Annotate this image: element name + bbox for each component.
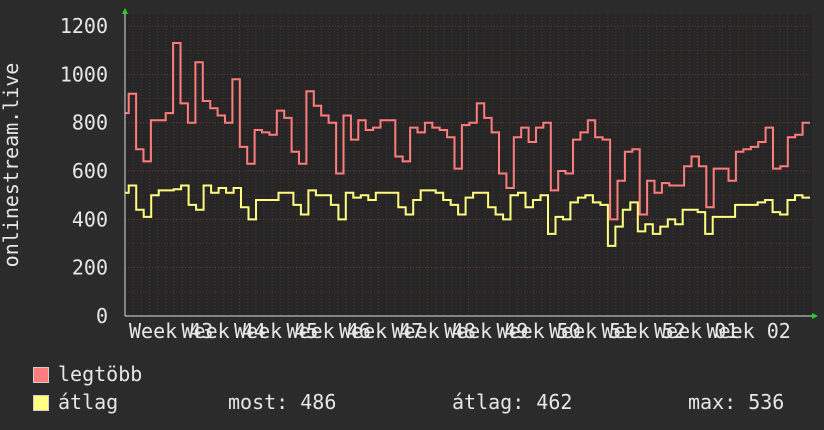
x-tick-labels: Week 43Week 44Week 45Week 46Week 47Week …	[129, 319, 791, 343]
y-tick-label: 600	[72, 159, 108, 183]
y-tick-label: 0	[96, 304, 108, 328]
x-axis-arrow	[812, 313, 818, 319]
y-tick-label: 800	[72, 111, 108, 135]
y-tick-label: 200	[72, 256, 108, 280]
y-tick-labels: 0 200 400 600 800 1000 1200	[60, 14, 108, 328]
y-tick-label: 1000	[60, 62, 108, 86]
y-tick-label: 1200	[60, 14, 108, 38]
chart: 0 200 400 600 800 1000 1200 Week 43Week 44Week…	[0, 8, 818, 343]
y-axis-label: onlinestream.live	[0, 63, 23, 268]
y-axis-arrow	[122, 8, 128, 14]
x-tick-label: Week 02	[707, 319, 791, 343]
y-tick-label: 400	[72, 207, 108, 231]
